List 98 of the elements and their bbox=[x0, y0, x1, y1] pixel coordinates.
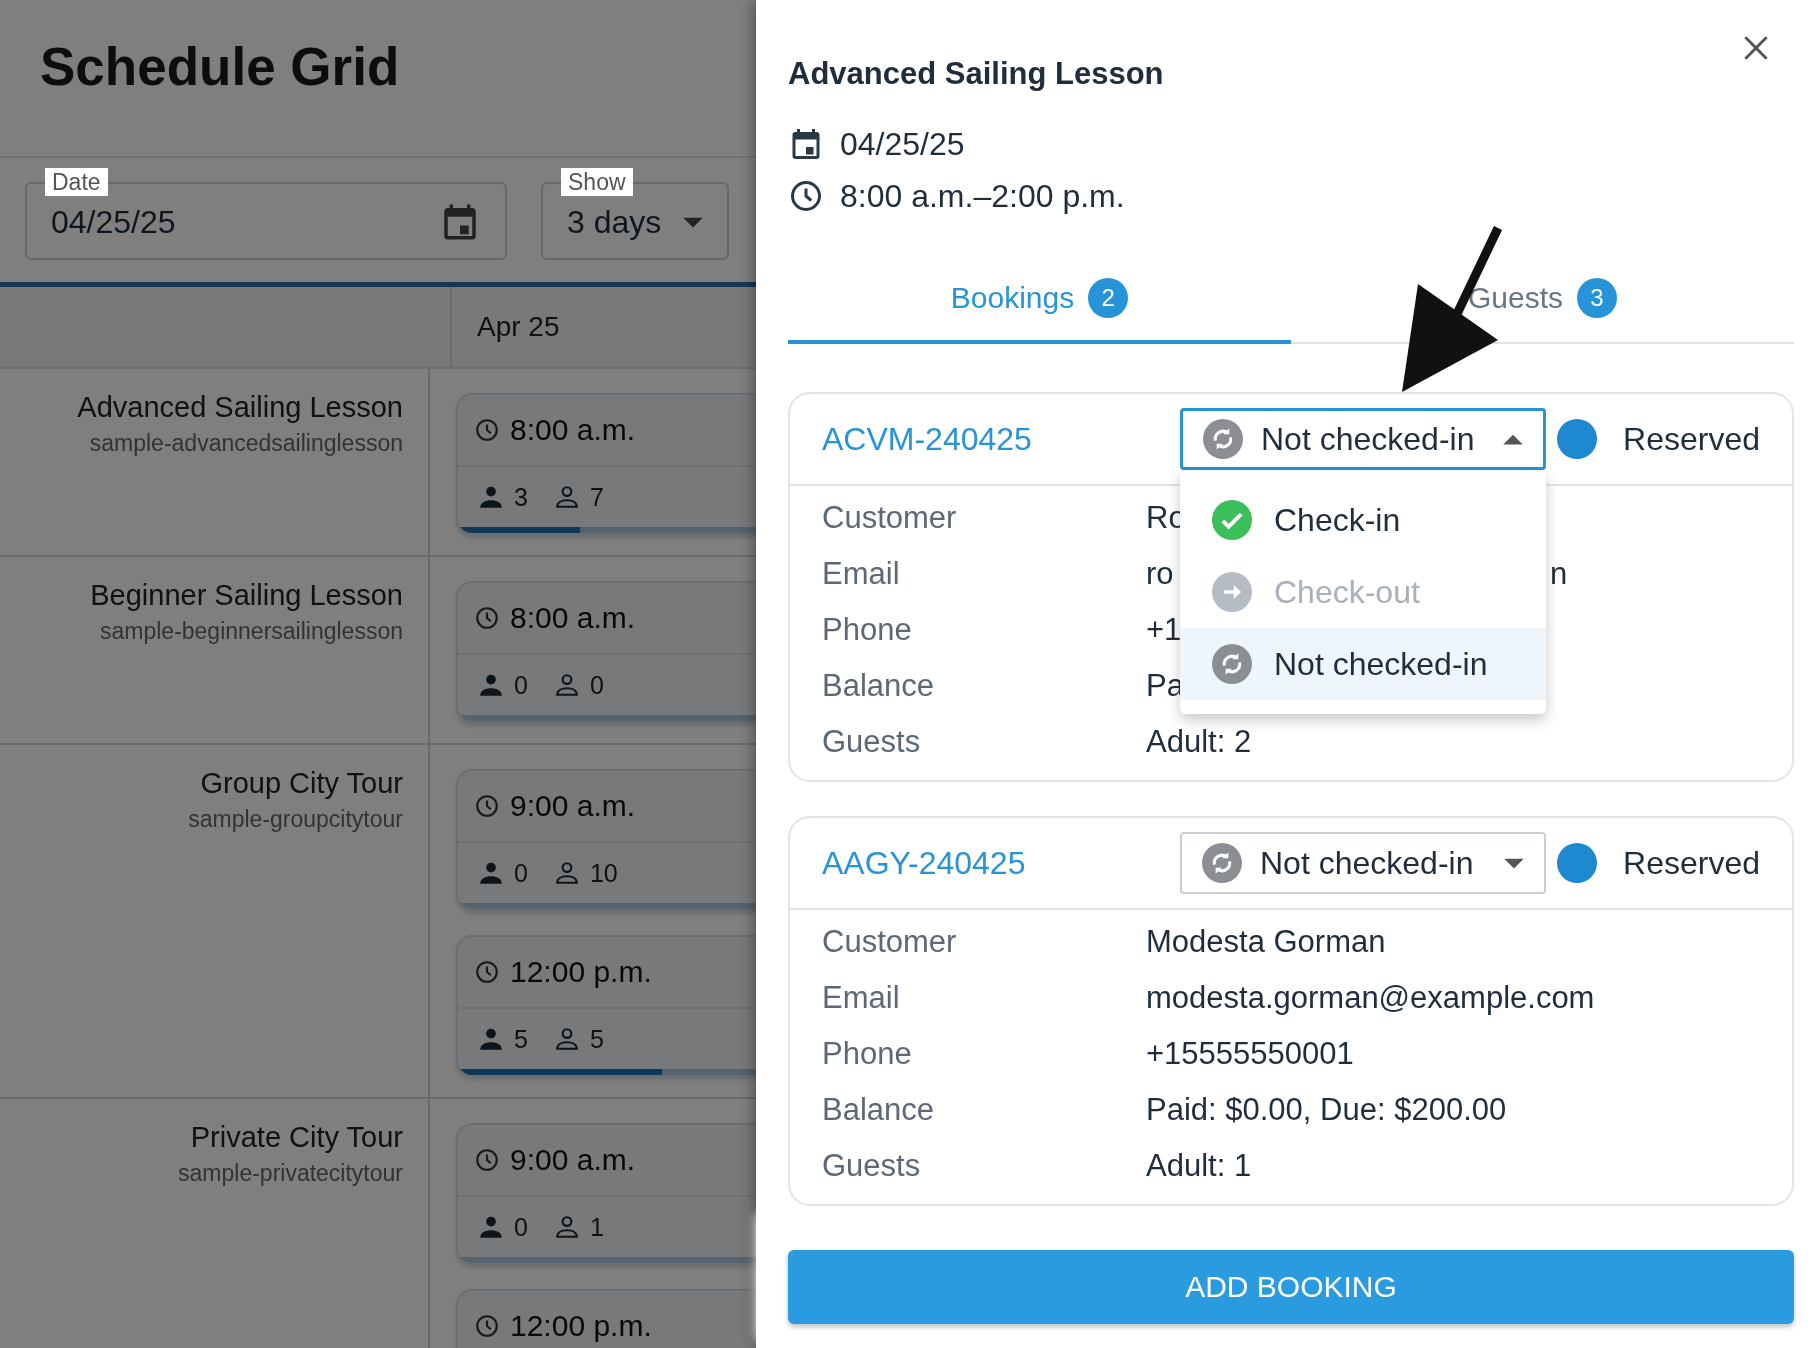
available-count: 7 bbox=[589, 482, 604, 512]
person-icon bbox=[478, 860, 504, 886]
person-outline-icon bbox=[553, 672, 580, 698]
menu-item[interactable]: Not checked-in bbox=[1180, 628, 1546, 700]
clock-icon bbox=[474, 959, 500, 985]
event-card[interactable]: 8:00 a.m. 0 0 bbox=[456, 581, 756, 723]
event-card[interactable]: 9:00 a.m. 0 1 bbox=[456, 1123, 756, 1265]
product-slug: sample-groupcitytour bbox=[187, 806, 403, 833]
field-label: Email bbox=[822, 980, 901, 1016]
field-label: Phone bbox=[822, 612, 913, 648]
select-value: Not checked-in bbox=[1260, 844, 1475, 882]
field-value: Adult: 1 bbox=[1146, 1148, 1252, 1183]
field-value: +15555550001 bbox=[1146, 1036, 1354, 1071]
count-badge: 3 bbox=[1577, 278, 1617, 318]
sync-icon bbox=[1212, 644, 1252, 684]
field-value: Paid: $0.00, Due: $200.00 bbox=[1146, 1092, 1507, 1127]
event-time: 8:00 a.m. bbox=[510, 601, 636, 635]
field-label: Date bbox=[45, 168, 108, 196]
clock-icon bbox=[474, 1147, 500, 1173]
product-slug: sample-privatecitytour bbox=[177, 1160, 403, 1187]
field-value: Adult: 2 bbox=[1146, 724, 1252, 759]
field-label: Customer bbox=[822, 500, 958, 536]
available-count: 5 bbox=[589, 1024, 604, 1054]
caret-icon bbox=[1504, 856, 1524, 870]
person-outline-icon bbox=[553, 1026, 580, 1052]
available-count: 1 bbox=[589, 1212, 604, 1242]
person-icon bbox=[478, 1214, 504, 1240]
show-select[interactable]: Show 3 days bbox=[541, 168, 729, 260]
column-header: Apr 25 bbox=[476, 310, 560, 344]
field-value: Modesta Gorman bbox=[1146, 924, 1386, 959]
field-label: Phone bbox=[822, 1036, 913, 1072]
caret-icon bbox=[683, 215, 703, 229]
status-label: Reserved bbox=[1623, 844, 1760, 882]
field-value: modesta.gorman@example.com bbox=[1146, 980, 1595, 1015]
product-name: Private City Tour bbox=[189, 1121, 403, 1154]
clock-icon bbox=[474, 605, 500, 631]
field-value: 04/25/25 bbox=[51, 203, 177, 241]
select-value: Not checked-in bbox=[1261, 420, 1476, 458]
event-card[interactable]: 12:00 p.m. bbox=[456, 1289, 756, 1348]
event-date: 04/25/25 bbox=[840, 125, 965, 163]
field-label: Email bbox=[822, 556, 901, 592]
product-name: Advanced Sailing Lesson bbox=[76, 391, 403, 424]
product-name: Beginner Sailing Lesson bbox=[89, 579, 403, 612]
field-label: Show bbox=[561, 168, 633, 196]
field-label: Customer bbox=[822, 924, 958, 960]
booked-count: 3 bbox=[514, 482, 528, 512]
product-slug: sample-advancedsailinglesson bbox=[88, 430, 403, 457]
booked-count: 0 bbox=[514, 670, 528, 700]
available-count: 10 bbox=[589, 858, 618, 888]
tab[interactable]: Bookings 2 bbox=[788, 256, 1291, 344]
date-field[interactable]: Date 04/25/25 bbox=[25, 168, 507, 260]
check-circle-icon bbox=[1212, 500, 1252, 540]
event-time: 12:00 p.m. bbox=[510, 1309, 652, 1343]
field-label: Balance bbox=[822, 668, 936, 704]
event-card[interactable]: 8:00 a.m. 3 7 bbox=[456, 393, 756, 535]
check-in-select[interactable]: Not checked-in bbox=[1180, 408, 1546, 470]
check-in-select[interactable]: Not checked-in bbox=[1180, 832, 1546, 894]
menu-item[interactable]: Check-in bbox=[1180, 484, 1546, 556]
person-outline-icon bbox=[553, 484, 580, 510]
booked-count: 5 bbox=[514, 1024, 528, 1054]
event-time: 9:00 a.m. bbox=[510, 1143, 636, 1177]
field-label: Balance bbox=[822, 1092, 936, 1128]
available-count: 0 bbox=[589, 670, 604, 700]
field-value: 3 days bbox=[567, 203, 663, 241]
person-icon bbox=[478, 1026, 504, 1052]
caret-icon bbox=[1503, 432, 1523, 446]
status-label: Reserved bbox=[1623, 420, 1760, 458]
field-value: ro bbox=[1146, 556, 1174, 591]
field-value: n bbox=[1550, 556, 1568, 592]
field-value: +1 bbox=[1146, 612, 1182, 647]
person-outline-icon bbox=[553, 860, 580, 886]
add-booking-button[interactable]: ADD BOOKING bbox=[788, 1250, 1794, 1324]
field-label: Guests bbox=[822, 1148, 922, 1184]
clock-icon bbox=[788, 178, 824, 214]
clock-icon bbox=[474, 417, 500, 443]
product-name: Group City Tour bbox=[199, 767, 403, 800]
person-outline-icon bbox=[553, 1214, 580, 1240]
booked-count: 0 bbox=[514, 858, 528, 888]
sync-icon bbox=[1203, 419, 1243, 459]
clock-icon bbox=[474, 793, 500, 819]
person-icon bbox=[478, 672, 504, 698]
event-card[interactable]: 12:00 p.m. 5 5 bbox=[456, 935, 756, 1077]
event-card[interactable]: 9:00 a.m. 0 10 bbox=[456, 769, 756, 911]
count-badge: 2 bbox=[1088, 278, 1129, 318]
clock-icon bbox=[474, 1313, 500, 1339]
event-time: 9:00 a.m. bbox=[510, 789, 636, 823]
event-time: 12:00 p.m. bbox=[510, 955, 652, 989]
product-slug: sample-beginnersailinglesson bbox=[99, 618, 403, 645]
booking-link[interactable]: AAGY-240425 bbox=[822, 844, 1180, 882]
event-time-range: 8:00 a.m.–2:00 p.m. bbox=[840, 177, 1125, 215]
booking-link[interactable]: ACVM-240425 bbox=[822, 420, 1180, 458]
event-time: 8:00 a.m. bbox=[510, 413, 636, 447]
arrow-circle-icon bbox=[1212, 572, 1252, 612]
person-icon bbox=[478, 484, 504, 510]
field-label: Guests bbox=[822, 724, 922, 760]
booked-count: 0 bbox=[514, 1212, 528, 1242]
event-title: Advanced Sailing Lesson bbox=[788, 56, 1165, 92]
sync-icon bbox=[1202, 843, 1242, 883]
